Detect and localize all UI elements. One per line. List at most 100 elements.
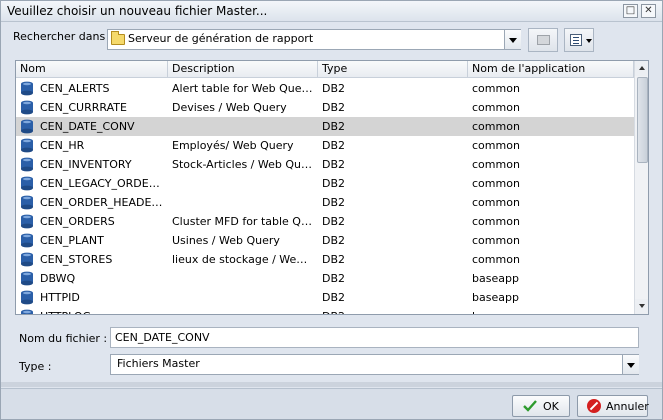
database-icon [21,195,33,210]
scroll-up-button[interactable] [635,61,648,76]
cell-application: baseapp [472,272,519,285]
cell-type: DB2 [322,234,346,247]
table-row[interactable]: CEN_ALERTS Alert table for Web Query ... D… [16,79,634,98]
database-icon [21,233,33,248]
type-dropdown-arrow[interactable] [622,355,639,374]
maximize-button[interactable]: □ [623,4,638,18]
database-icon [21,138,33,153]
cell-application: baseapp [472,307,630,314]
cell-description: Alert table for Web Query ... [172,82,314,95]
column-header-application[interactable]: Nom de l'application [468,61,634,78]
table-row[interactable]: CEN_PLANT Usines / Web Query DB2 common [16,231,634,250]
vertical-scrollbar[interactable] [634,61,648,314]
cell-description: Cluster MFD for table QW... [172,215,314,228]
cancel-icon [587,399,601,413]
database-icon [21,81,33,96]
cell-name: CEN_CURRRATE [40,101,127,114]
table-row[interactable]: HTTPID DB2 baseapp [16,288,634,307]
type-label: Type : [19,360,52,373]
table-row[interactable]: CEN_ORDERS Cluster MFD for table QW... DB2… [16,212,634,231]
cell-name: CEN_LEGACY_ORDER_... [40,177,166,190]
database-icon [21,214,33,229]
dialog-footer: OK Annuler [1,388,662,419]
cell-description: Devises / Web Query [172,101,287,114]
checkmark-icon [523,400,537,412]
cell-type: DB2 [322,82,346,95]
lookin-dropdown-arrow[interactable] [504,30,521,49]
cell-type: DB2 [322,177,346,190]
cell-name: CEN_INVENTORY [40,158,132,171]
ok-button[interactable]: OK [512,395,570,417]
cell-type: DB2 [322,101,346,114]
table-row[interactable]: HTTPLOG DB2 baseapp [16,307,634,314]
table-row[interactable]: CEN_INVENTORY Stock-Articles / Web Query D… [16,155,634,174]
footer-divider [1,382,662,387]
scroll-down-button[interactable] [635,299,648,314]
database-icon [21,157,33,172]
folder-icon [111,31,125,45]
table-row[interactable]: CEN_STORES lieux de stockage / Web Q... DB… [16,250,634,269]
cell-description [172,174,314,193]
cell-description: lieux de stockage / Web Q... [172,253,314,266]
cell-name: HTTPID [40,291,80,304]
table-row[interactable]: CEN_ORDER_HEADER... DB2 common [16,193,634,212]
cell-type: DB2 [322,196,346,209]
cell-application: common [472,196,520,209]
cell-type: DB2 [322,307,462,314]
table-row[interactable]: CEN_CURRRATE Devises / Web Query DB2 common [16,98,634,117]
cell-application: common [472,253,520,266]
table-row[interactable]: CEN_LEGACY_ORDER_... DB2 common [16,174,634,193]
view-menu-button[interactable] [564,28,594,52]
database-icon [21,252,33,267]
cancel-label: Annuler [606,400,649,413]
chevron-down-icon [586,39,592,43]
up-folder-button[interactable] [528,28,558,52]
type-dropdown[interactable]: Fichiers Master [110,354,639,375]
cell-name: CEN_DATE_CONV [40,120,135,133]
database-icon [21,176,33,191]
file-list[interactable]: Nom Description Type Nom de l'applicatio… [15,60,649,315]
table-row[interactable]: CEN_HR Employés/ Web Query DB2 common [16,136,634,155]
cell-name: CEN_ORDERS [40,215,115,228]
cell-type: DB2 [322,120,346,133]
cell-type: DB2 [322,253,346,266]
column-header-type[interactable]: Type [318,61,468,78]
cell-name: CEN_ALERTS [40,82,110,95]
cell-description [172,288,314,307]
up-folder-icon [537,35,550,45]
lookin-dropdown[interactable]: Serveur de génération de rapport [107,29,521,50]
cell-name: CEN_ORDER_HEADER... [40,196,166,209]
cell-application: common [472,234,520,247]
cell-application: common [472,139,520,152]
cell-application: common [472,177,520,190]
table-row[interactable]: DBWQ DB2 baseapp [16,269,634,288]
cell-application: common [472,215,520,228]
cell-description [172,193,314,212]
cell-description [172,117,314,136]
cell-name: CEN_HR [40,139,85,152]
column-header-nom[interactable]: Nom [16,61,168,78]
table-row[interactable]: CEN_DATE_CONV DB2 common [16,117,634,136]
cell-application: common [472,82,520,95]
cell-type: DB2 [322,291,346,304]
column-header-description[interactable]: Description [168,61,318,78]
cell-application: baseapp [472,291,519,304]
cell-application: common [472,101,520,114]
filename-input[interactable] [110,327,639,348]
database-icon [21,100,33,115]
cell-name: DBWQ [40,272,76,285]
view-menu-icon [570,34,582,46]
cell-type: DB2 [322,215,346,228]
cell-application: common [472,120,520,133]
filename-label: Nom du fichier : [19,332,108,345]
cell-name: CEN_PLANT [40,234,104,247]
list-header: Nom Description Type Nom de l'applicatio… [16,61,634,78]
close-button[interactable]: ✕ [641,4,656,18]
cell-type: DB2 [322,272,346,285]
cell-name: CEN_STORES [40,253,113,266]
lookin-value: Serveur de génération de rapport [128,32,314,45]
scroll-thumb[interactable] [637,77,648,163]
type-value: Fichiers Master [117,357,200,370]
database-icon [21,119,33,134]
cancel-button[interactable]: Annuler [577,395,649,417]
